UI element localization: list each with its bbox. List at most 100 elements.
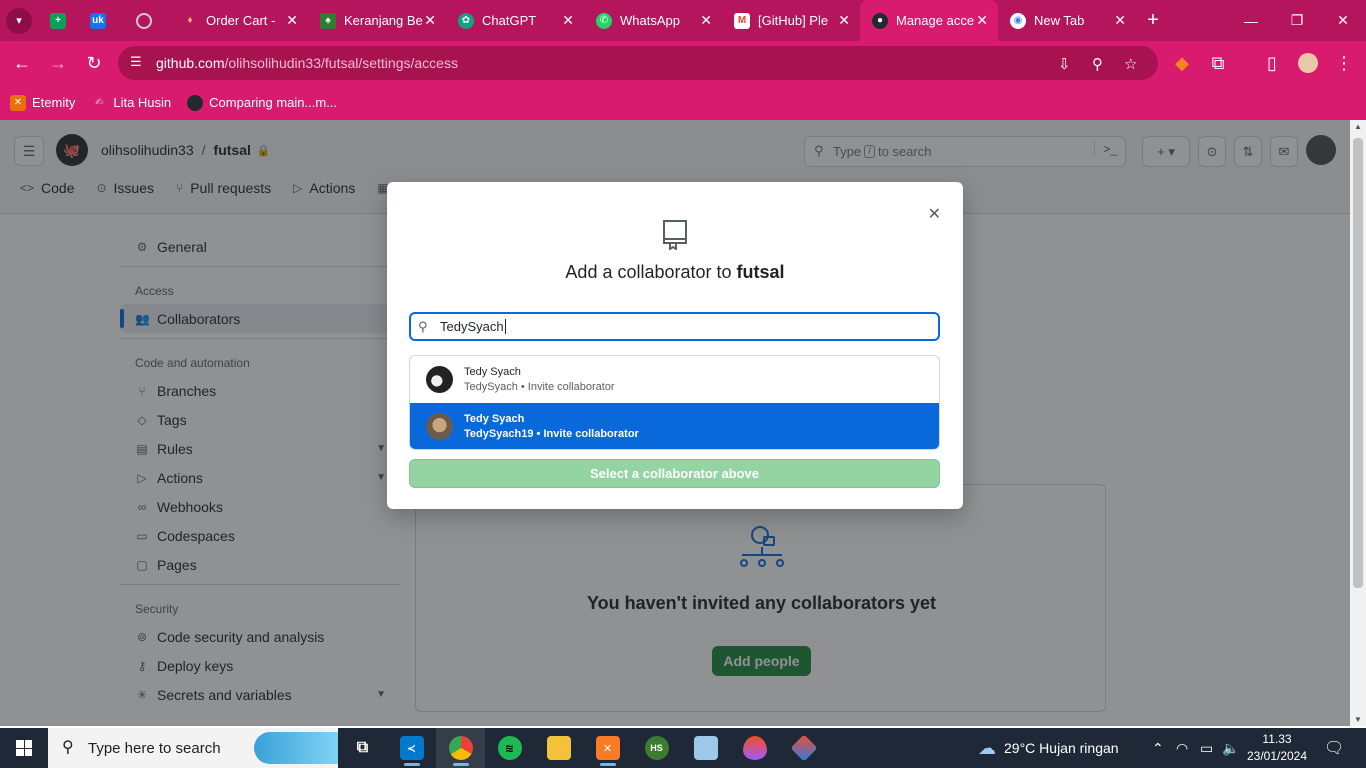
taskbar-notepad[interactable]: [681, 728, 730, 768]
suggestion-name: Tedy Syach: [464, 366, 521, 378]
bookmark-comparing[interactable]: Comparing main...m...: [187, 94, 338, 111]
notification-icon[interactable]: 🗨: [1324, 728, 1344, 768]
notepad-icon: [693, 736, 718, 760]
volume-icon[interactable]: 🔈: [1222, 728, 1239, 768]
sheets-icon: +: [50, 12, 66, 29]
taskbar-search-input[interactable]: ⚲ Type here to search: [48, 728, 338, 768]
task-view-button[interactable]: ⧉: [338, 728, 387, 768]
taskbar-vscode[interactable]: ≺: [387, 728, 436, 768]
battery-icon[interactable]: ▭: [1200, 728, 1213, 768]
folder-icon: [546, 736, 571, 760]
restore-button[interactable]: ❐: [1274, 0, 1320, 41]
suggestion-subtitle: TedySyach • Invite collaborator: [464, 381, 615, 393]
tab-search-button[interactable]: ▾: [0, 0, 38, 41]
side-panel-icon[interactable]: ▯: [1254, 45, 1290, 81]
signature-icon: ✍: [95, 97, 104, 108]
github-page: ☰ 🐙 olihsolihudin33 / futsal 🔒 ⚲ Type / …: [0, 120, 1350, 726]
taskbar-git[interactable]: [779, 728, 828, 768]
scroll-up-icon[interactable]: ▲: [1354, 122, 1362, 131]
search-highlight-image: [254, 732, 338, 764]
bookmark-label: Comparing main...m...: [209, 95, 338, 110]
tab-chatgpt[interactable]: ✿ ChatGPT ✕: [446, 0, 584, 41]
fire-icon: ♦: [187, 15, 193, 26]
tab-title: Keranjang Be: [344, 13, 423, 28]
taskbar-search-placeholder: Type here to search: [88, 739, 221, 757]
taskbar-xampp[interactable]: ✕: [583, 728, 632, 768]
taskbar-figma[interactable]: [730, 728, 779, 768]
suggestion-item[interactable]: Tedy Syach TedySyach • Invite collaborat…: [410, 356, 939, 403]
close-icon[interactable]: ✕: [562, 12, 574, 29]
page-scrollbar[interactable]: ▲ ▼: [1350, 120, 1366, 726]
browser-menu-icon[interactable]: ⋮: [1326, 45, 1362, 81]
tab-pinned-uk[interactable]: uk: [78, 0, 124, 41]
tab-pinned-globe[interactable]: [124, 0, 170, 41]
tab-pinned-sheets[interactable]: +: [38, 0, 78, 41]
bookmark-lita-husin[interactable]: ✍ Lita Husin: [91, 95, 171, 111]
start-button[interactable]: [0, 728, 48, 768]
minimize-button[interactable]: —: [1228, 0, 1274, 41]
extensions-icon[interactable]: ⧉: [1200, 45, 1236, 81]
tab-github-mail[interactable]: M [GitHub] Ple ✕: [722, 0, 860, 41]
tab-whatsapp[interactable]: ✆ WhatsApp ✕: [584, 0, 722, 41]
taskbar-chrome[interactable]: [436, 728, 485, 768]
install-icon[interactable]: ⇩: [1058, 55, 1071, 73]
taskbar-clock[interactable]: 11.33 23/01/2024: [1246, 731, 1308, 765]
scroll-down-icon[interactable]: ▼: [1354, 715, 1362, 724]
taskbar-file-explorer[interactable]: [534, 728, 583, 768]
clock-date: 23/01/2024: [1246, 749, 1308, 763]
task-view-icon: ⧉: [356, 739, 369, 756]
weather-rain-icon: ☁: [978, 737, 996, 758]
heidisql-icon: HS: [644, 736, 669, 760]
dialog-title-repo: futsal: [736, 262, 785, 282]
tab-order-cart[interactable]: ♦ Order Cart - ✕: [170, 0, 308, 41]
weather-widget[interactable]: ☁ 29°C Hujan ringan: [978, 728, 1119, 768]
search-icon: ⚲: [62, 739, 74, 756]
tab-keranjang[interactable]: ♠ Keranjang Be ✕: [308, 0, 446, 41]
close-icon[interactable]: ✕: [424, 12, 436, 29]
github-icon: [187, 94, 204, 111]
bookmark-star-icon[interactable]: ☆: [1124, 55, 1137, 73]
tab-new-tab[interactable]: ◉ New Tab ✕: [998, 0, 1136, 41]
collaborator-suggestions: Tedy Syach TedySyach • Invite collaborat…: [409, 355, 940, 450]
whatsapp-icon: ✆: [596, 12, 612, 29]
close-icon[interactable]: ✕: [928, 204, 941, 224]
close-icon[interactable]: ✕: [286, 12, 298, 29]
metamask-extension-icon[interactable]: ◆: [1164, 45, 1200, 81]
collaborator-search-input[interactable]: ⚲ TedySyach: [409, 312, 940, 341]
gmail-icon: M: [734, 12, 750, 29]
zoom-icon[interactable]: ⚲: [1092, 55, 1103, 73]
close-icon[interactable]: ✕: [700, 12, 712, 29]
tab-title: ChatGPT: [482, 13, 537, 28]
avatar: [426, 366, 453, 393]
text-caret: [504, 319, 506, 334]
wifi-icon[interactable]: ◠: [1176, 728, 1188, 768]
windows-icon: [16, 740, 32, 756]
taskbar-spotify[interactable]: ≋: [485, 728, 534, 768]
close-icon[interactable]: ✕: [976, 12, 988, 29]
tab-title: [GitHub] Ple: [758, 13, 829, 28]
tab-manage-access[interactable]: ● Manage acce ✕: [860, 0, 998, 41]
taskbar-heidisql[interactable]: HS: [632, 728, 681, 768]
new-tab-button[interactable]: +: [1136, 0, 1170, 41]
bookmark-etemity[interactable]: ✕ Etemity: [10, 94, 76, 111]
xampp-icon: ✕: [10, 94, 26, 111]
back-button[interactable]: ←: [4, 45, 40, 81]
site-info-icon[interactable]: ☰: [130, 54, 142, 70]
tray-chevron-up-icon[interactable]: ⌃: [1152, 728, 1164, 768]
reload-button[interactable]: ↻: [76, 45, 112, 81]
close-icon[interactable]: ✕: [1114, 12, 1126, 29]
clock-time: 11.33: [1262, 732, 1292, 746]
shield-icon: ♠: [320, 12, 336, 29]
scrollbar-thumb[interactable]: [1353, 138, 1363, 588]
bookmark-label: Etemity: [32, 95, 76, 110]
collaborator-search-value: TedySyach: [440, 319, 504, 334]
window-close-button[interactable]: ✕: [1320, 0, 1366, 41]
suggestion-item-selected[interactable]: Tedy Syach TedySyach19 • Invite collabor…: [410, 403, 939, 449]
select-collaborator-button[interactable]: Select a collaborator above: [409, 459, 940, 488]
address-bar[interactable]: ☰ github.com/olihsolihudin33/futsal/sett…: [118, 46, 1158, 80]
profile-avatar[interactable]: [1290, 45, 1326, 81]
avatar: [426, 413, 453, 440]
close-icon[interactable]: ✕: [838, 12, 850, 29]
forward-button[interactable]: →: [40, 45, 76, 81]
drop-icon: [742, 736, 767, 760]
